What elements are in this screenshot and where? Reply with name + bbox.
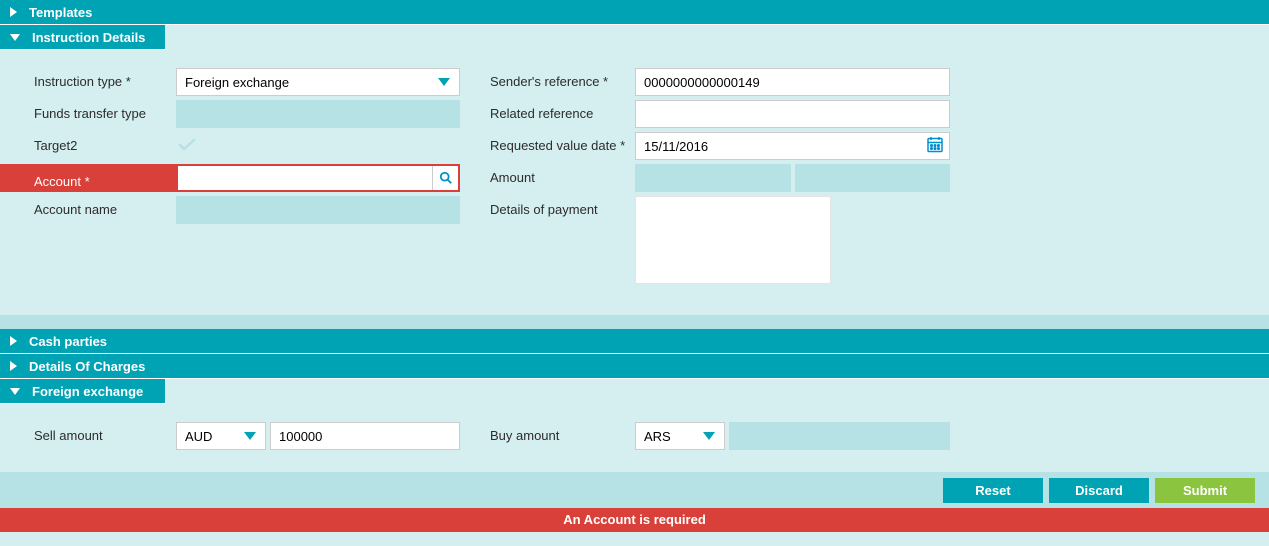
reset-button[interactable]: Reset	[943, 478, 1043, 503]
label-account: Account *	[0, 164, 176, 192]
section-title: Instruction Details	[32, 30, 145, 45]
instruction-type-select[interactable]	[176, 68, 460, 96]
panel-foreign-exchange: Sell amount Buy amount	[0, 404, 1269, 472]
calendar-icon	[926, 136, 944, 154]
checkmark-icon[interactable]	[178, 138, 196, 157]
section-title: Cash parties	[29, 334, 107, 349]
requested-value-date-input[interactable]	[635, 132, 950, 160]
section-header-cash-parties[interactable]: Cash parties	[0, 329, 1269, 354]
label-related-reference: Related reference	[490, 100, 635, 121]
section-title: Foreign exchange	[32, 384, 143, 399]
sell-amount-input[interactable]	[270, 422, 460, 450]
discard-button[interactable]: Discard	[1049, 478, 1149, 503]
panel-instruction-details: Instruction type * Funds transfer type T…	[0, 50, 1269, 307]
funds-transfer-type-input	[176, 100, 460, 128]
label-funds-transfer-type: Funds transfer type	[0, 100, 176, 121]
chevron-down-icon	[10, 34, 20, 41]
label-buy-amount: Buy amount	[490, 422, 635, 443]
label-amount: Amount	[490, 164, 635, 185]
label-senders-reference: Sender's reference *	[490, 68, 635, 89]
buy-amount-input	[729, 422, 950, 450]
amount-currency-input	[635, 164, 791, 192]
label-details-of-payment: Details of payment	[490, 196, 635, 217]
label-target2: Target2	[0, 132, 176, 153]
submit-button[interactable]: Submit	[1155, 478, 1255, 503]
account-lookup-button[interactable]	[432, 166, 458, 190]
calendar-button[interactable]	[926, 136, 944, 157]
action-bar: Reset Discard Submit	[0, 472, 1269, 508]
label-account-name: Account name	[0, 196, 176, 217]
account-name-input	[176, 196, 460, 224]
details-of-payment-input[interactable]	[635, 196, 831, 284]
search-icon	[439, 171, 453, 185]
section-header-details-of-charges[interactable]: Details Of Charges	[0, 354, 1269, 379]
amount-value-input	[795, 164, 951, 192]
account-input[interactable]	[178, 166, 432, 190]
buy-currency-select[interactable]	[635, 422, 725, 450]
section-header-templates[interactable]: Templates	[0, 0, 1269, 25]
section-header-foreign-exchange[interactable]: Foreign exchange	[0, 379, 165, 404]
chevron-right-icon	[10, 361, 17, 371]
label-sell-amount: Sell amount	[0, 422, 176, 443]
chevron-right-icon	[10, 7, 17, 17]
label-instruction-type: Instruction type *	[0, 68, 176, 89]
section-header-instruction-details[interactable]: Instruction Details	[0, 25, 165, 50]
section-title: Details Of Charges	[29, 359, 145, 374]
sell-currency-select[interactable]	[176, 422, 266, 450]
senders-reference-input[interactable]	[635, 68, 950, 96]
related-reference-input[interactable]	[635, 100, 950, 128]
chevron-right-icon	[10, 336, 17, 346]
account-input-wrapper	[176, 164, 460, 192]
error-message-bar: An Account is required	[0, 508, 1269, 532]
label-requested-value-date: Requested value date *	[490, 132, 635, 153]
section-title: Templates	[29, 5, 92, 20]
chevron-down-icon	[10, 388, 20, 395]
divider	[0, 315, 1269, 329]
